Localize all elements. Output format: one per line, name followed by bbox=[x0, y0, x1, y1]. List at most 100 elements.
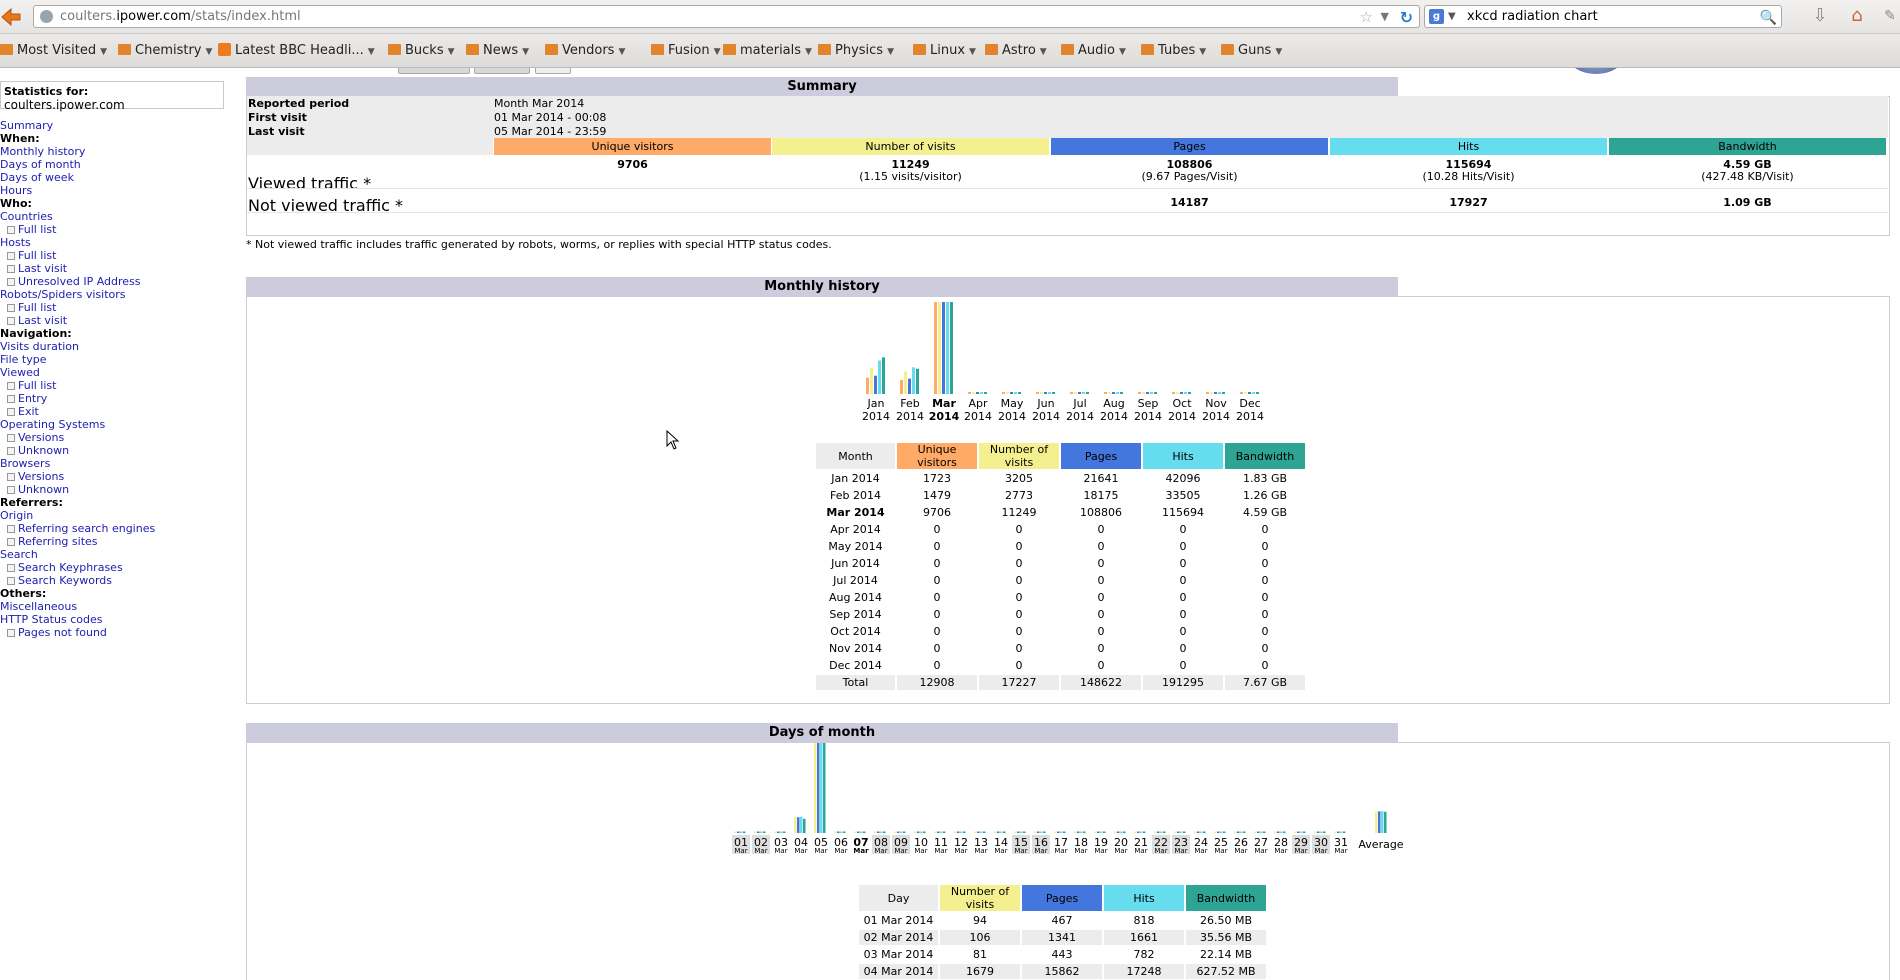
bookmark-physics[interactable]: Physics ▼ bbox=[818, 42, 894, 60]
sidebar-item-http-status-codes[interactable]: HTTP Status codes bbox=[0, 613, 230, 626]
sidebar-subitem-last-visit[interactable]: Last visit bbox=[0, 314, 230, 327]
rss-feed-icon bbox=[218, 43, 231, 56]
bookmark-fusion[interactable]: Fusion ▼ bbox=[651, 42, 721, 60]
sidebar-item-browsers[interactable]: Browsers bbox=[0, 457, 230, 470]
url-bar[interactable]: coulters.ipower.com/stats/index.html ☆ ▼… bbox=[33, 5, 1420, 28]
bar-pages bbox=[1214, 392, 1217, 394]
bookmark-star-icon[interactable]: ☆ bbox=[1360, 7, 1373, 28]
back-arrow-icon[interactable] bbox=[0, 6, 22, 28]
sidebar-item-monthly-history[interactable]: Monthly history bbox=[0, 145, 230, 158]
bookmark-vendors[interactable]: Vendors ▼ bbox=[545, 42, 625, 60]
url-domain: ipower.com bbox=[116, 9, 191, 24]
sidebar-item-hours[interactable]: Hours bbox=[0, 184, 230, 197]
bar-bandwidth bbox=[1003, 831, 1006, 833]
reload-icon[interactable]: ↻ bbox=[1400, 7, 1413, 28]
extension-icon[interactable]: ✎ bbox=[1878, 4, 1900, 28]
bookmark-tubes[interactable]: Tubes ▼ bbox=[1141, 42, 1206, 60]
table-cell: 0 bbox=[1179, 659, 1187, 672]
google-icon[interactable]: g bbox=[1429, 9, 1444, 24]
bookmark-materials[interactable]: materials ▼ bbox=[723, 42, 812, 60]
search-magnifier-icon[interactable]: 🔍 bbox=[1760, 8, 1777, 29]
folder-icon bbox=[1221, 44, 1234, 55]
search-input[interactable]: g ▼ xkcd radiation chart 🔍 bbox=[1424, 5, 1782, 28]
folder-icon bbox=[0, 44, 13, 55]
sidebar-subitem-unknown[interactable]: Unknown bbox=[0, 444, 230, 457]
bar-hits bbox=[860, 831, 863, 833]
sidebar-subitem-exit[interactable]: Exit bbox=[0, 405, 230, 418]
day-month-label: Mar bbox=[1254, 847, 1267, 854]
sidebar-item-viewed[interactable]: Viewed bbox=[0, 366, 230, 379]
bar-bandwidth bbox=[1123, 831, 1126, 833]
sidebar-subitem-versions[interactable]: Versions bbox=[0, 470, 230, 483]
column-header: Bandwidth bbox=[1225, 443, 1305, 469]
sidebar-subitem-search-keywords[interactable]: Search Keywords bbox=[0, 574, 230, 587]
sidebar-menu: Summary When: Monthly history Days of month… bbox=[0, 119, 230, 639]
bar-number-of-visits bbox=[874, 831, 877, 833]
bookmark-bucks[interactable]: Bucks ▼ bbox=[388, 42, 455, 60]
bar-number-of-visits bbox=[1034, 831, 1037, 833]
sidebar-subitem-unknown[interactable]: Unknown bbox=[0, 483, 230, 496]
popup-window-icon bbox=[7, 395, 15, 403]
sidebar-subitem-full-list[interactable]: Full list bbox=[0, 249, 230, 262]
bar-number-of-visits bbox=[1375, 811, 1378, 833]
bar-number-of-visits bbox=[1234, 831, 1237, 833]
sidebar-item-days-of-month[interactable]: Days of month bbox=[0, 158, 230, 171]
bar-hits bbox=[1060, 831, 1063, 833]
sidebar-subitem-referring-search-engines[interactable]: Referring search engines bbox=[0, 522, 230, 535]
sidebar-item-summary[interactable]: Summary bbox=[0, 119, 230, 132]
sidebar-subitem-unresolved-ip-address[interactable]: Unresolved IP Address bbox=[0, 275, 230, 288]
url-dropdown-icon[interactable]: ▼ bbox=[1381, 6, 1389, 27]
search-engine-dropdown-icon[interactable]: ▼ bbox=[1448, 6, 1456, 27]
sidebar-item-file-type[interactable]: File type bbox=[0, 353, 230, 366]
sidebar-item-miscellaneous[interactable]: Miscellaneous bbox=[0, 600, 230, 613]
day-month-label: Mar bbox=[954, 847, 967, 854]
sidebar-item-countries[interactable]: Countries bbox=[0, 210, 230, 223]
sidebar-subitem-label: Full list bbox=[18, 301, 57, 314]
home-icon[interactable]: ⌂ bbox=[1845, 4, 1869, 28]
sidebar-subitem-referring-sites[interactable]: Referring sites bbox=[0, 535, 230, 548]
table-cell: 02 Mar 2014 bbox=[859, 930, 938, 945]
table-cell: Aug 2014 bbox=[829, 591, 882, 604]
bookmark-linux[interactable]: Linux ▼ bbox=[913, 42, 976, 60]
bookmark-most-visited[interactable]: Most Visited ▼ bbox=[0, 42, 107, 60]
bar-bandwidth bbox=[763, 831, 766, 833]
table-cell: 0 bbox=[1097, 608, 1105, 621]
sidebar-item-search[interactable]: Search bbox=[0, 548, 230, 561]
popup-window-icon bbox=[7, 473, 15, 481]
sidebar-item-visits-duration[interactable]: Visits duration bbox=[0, 340, 230, 353]
bar-pages bbox=[877, 831, 880, 833]
bar-hits bbox=[1000, 831, 1003, 833]
sidebar-subitem-full-list[interactable]: Full list bbox=[0, 379, 230, 392]
column-header: Unique visitors bbox=[897, 443, 977, 469]
sidebar-subitem-last-visit[interactable]: Last visit bbox=[0, 262, 230, 275]
table-header-row: Month Unique visitors Number of visits Page… bbox=[816, 443, 1305, 469]
sidebar-subitem-full-list[interactable]: Full list bbox=[0, 301, 230, 314]
sidebar-item-days-of-week[interactable]: Days of week bbox=[0, 171, 230, 184]
table-cell: 0 bbox=[1179, 574, 1187, 587]
sidebar-subitem-search-keyphrases[interactable]: Search Keyphrases bbox=[0, 561, 230, 574]
sidebar-item-hosts[interactable]: Hosts bbox=[0, 236, 230, 249]
day-month-label: Mar bbox=[994, 847, 1007, 854]
bookmark-astro[interactable]: Astro ▼ bbox=[985, 42, 1047, 60]
bookmark-chemistry[interactable]: Chemistry ▼ bbox=[118, 42, 212, 60]
bar-bandwidth bbox=[1283, 831, 1286, 833]
stats-for-box: Statistics for: coulters.ipower.com bbox=[0, 81, 224, 112]
sidebar-subitem-versions[interactable]: Versions bbox=[0, 431, 230, 444]
bar-hits bbox=[1014, 392, 1017, 394]
summary-value-last_visit: 05 Mar 2014 - 23:59 bbox=[494, 125, 607, 138]
sidebar-subitem-entry[interactable]: Entry bbox=[0, 392, 230, 405]
month-tick-label: Feb bbox=[900, 397, 919, 410]
bookmark-guns[interactable]: Guns ▼ bbox=[1221, 42, 1282, 60]
sidebar-item-robots-spiders-visitors[interactable]: Robots/Spiders visitors bbox=[0, 288, 230, 301]
bookmark-news[interactable]: News ▼ bbox=[466, 42, 529, 60]
bookmark-label: Fusion bbox=[668, 43, 710, 58]
bar-pages bbox=[917, 831, 920, 833]
download-icon[interactable]: ⇩ bbox=[1808, 4, 1832, 28]
sidebar-subitem-full-list[interactable]: Full list bbox=[0, 223, 230, 236]
sidebar-subitem-label: Search Keywords bbox=[18, 574, 112, 587]
bookmark-latest-bbc-headli[interactable]: Latest BBC Headli... ▼ bbox=[218, 42, 375, 60]
sidebar-item-operating-systems[interactable]: Operating Systems bbox=[0, 418, 230, 431]
sidebar-subitem-pages-not-found[interactable]: Pages not found bbox=[0, 626, 230, 639]
sidebar-item-origin[interactable]: Origin bbox=[0, 509, 230, 522]
bookmark-audio[interactable]: Audio ▼ bbox=[1061, 42, 1126, 60]
